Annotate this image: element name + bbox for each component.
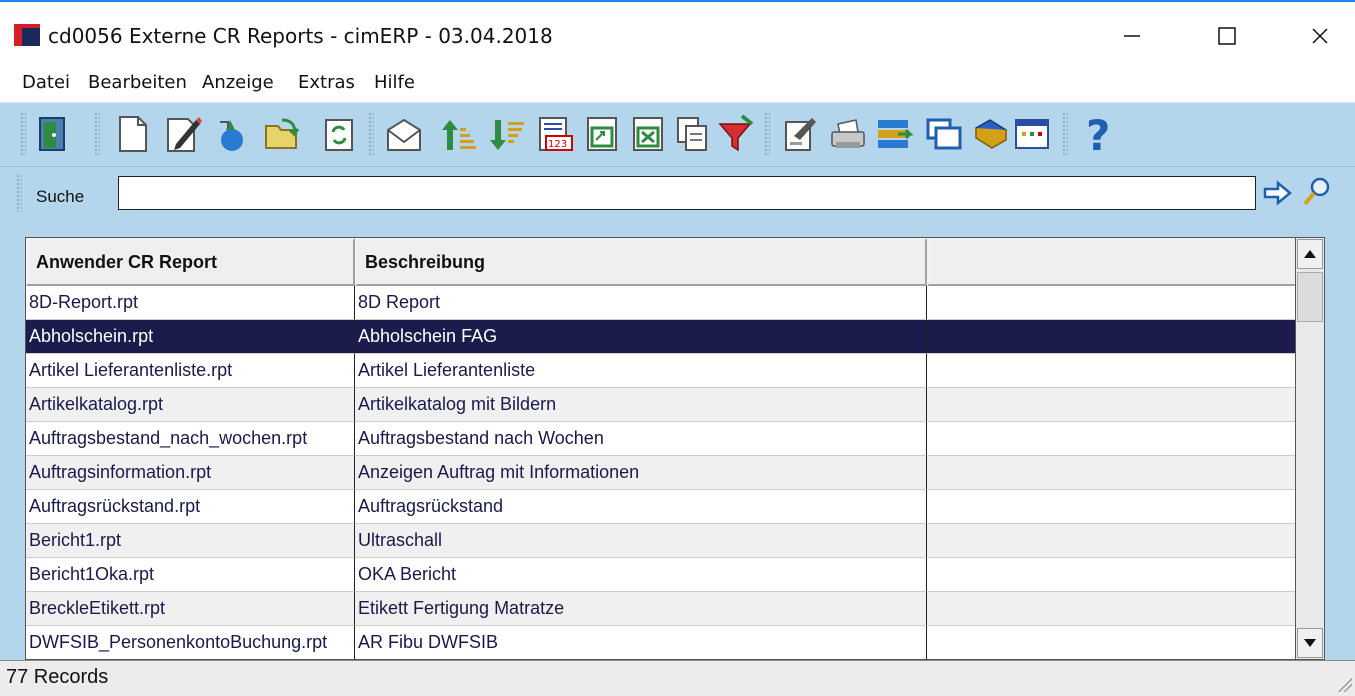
cell-report: DWFSIB_PersonenkontoBuchung.rpt: [26, 626, 355, 659]
svg-text:123: 123: [548, 139, 567, 150]
menu-hilfe[interactable]: Hilfe: [374, 72, 415, 93]
filter-icon[interactable]: [716, 112, 756, 156]
cell-extra: [927, 320, 1295, 354]
cell-description: Abholschein FAG: [355, 320, 927, 354]
search-label: Suche: [36, 187, 85, 206]
magnifier-icon[interactable]: [1302, 176, 1332, 208]
copy-page-icon[interactable]: [672, 112, 712, 156]
mail-icon[interactable]: [384, 112, 424, 156]
cell-report: Auftragsbestand_nach_wochen.rpt: [26, 422, 355, 456]
cell-report: Bericht1Oka.rpt: [26, 558, 355, 592]
help-icon[interactable]: ?: [1078, 111, 1118, 160]
toolbar-separator: [20, 112, 26, 156]
cell-extra: [927, 422, 1295, 456]
search-input[interactable]: [118, 176, 1256, 210]
records-count: 77 Records: [6, 666, 109, 688]
table-row[interactable]: Auftragsinformation.rpt Anzeigen Auftrag …: [26, 456, 1295, 490]
table-row[interactable]: Artikel Lieferantenliste.rpt Artikel Lief…: [26, 354, 1295, 388]
menu-bearbeiten[interactable]: Bearbeiten: [88, 72, 187, 93]
table-row[interactable]: Auftragsrückstand.rpt Auftragsrückstand: [26, 490, 1295, 524]
cell-extra: [927, 490, 1295, 524]
cell-report: Artikel Lieferantenliste.rpt: [26, 354, 355, 388]
excel-icon[interactable]: [628, 112, 668, 156]
cell-extra: [927, 286, 1295, 320]
print-icon[interactable]: [828, 112, 868, 156]
exit-icon[interactable]: [32, 112, 72, 156]
column-header-extra[interactable]: [927, 238, 1295, 286]
table-row[interactable]: Auftragsbestand_nach_wochen.rpt Auftragsb…: [26, 422, 1295, 456]
toolbar-separator: [1062, 112, 1068, 156]
grid-header: Anwender CR Report Beschreibung: [26, 238, 1295, 286]
toolbar-separator: [764, 112, 770, 156]
menu-datei[interactable]: Datei: [22, 72, 70, 93]
cell-description: Artikel Lieferantenliste: [355, 354, 927, 388]
maximize-button[interactable]: [1197, 16, 1257, 56]
svg-text:?: ?: [1086, 112, 1110, 156]
cell-report: Abholschein.rpt: [26, 320, 355, 354]
table-row[interactable]: Bericht1.rpt Ultraschall: [26, 524, 1295, 558]
cell-report: Artikelkatalog.rpt: [26, 388, 355, 422]
close-button[interactable]: [1290, 16, 1350, 56]
cell-description: Auftragsrückstand: [355, 490, 927, 524]
cell-extra: [927, 558, 1295, 592]
cell-extra: [927, 388, 1295, 422]
scroll-thumb[interactable]: [1297, 272, 1323, 322]
column-header-description[interactable]: Beschreibung: [355, 238, 927, 286]
table-icon[interactable]: [1012, 112, 1052, 156]
app-logo-icon: [14, 24, 40, 46]
numbered-list-icon[interactable]: 123: [534, 112, 574, 156]
export-icon[interactable]: [582, 112, 622, 156]
properties-icon[interactable]: [780, 112, 820, 156]
menu-anzeige[interactable]: Anzeige: [202, 72, 274, 93]
table-row[interactable]: BreckleEtikett.rpt Etikett Fertigung Matr…: [26, 592, 1295, 626]
cell-extra: [927, 626, 1295, 659]
new-document-icon[interactable]: [112, 112, 152, 156]
column-header-report[interactable]: Anwender CR Report: [26, 238, 355, 286]
cell-description: 8D Report: [355, 286, 927, 320]
cell-description: Artikelkatalog mit Bildern: [355, 388, 927, 422]
cell-description: Ultraschall: [355, 524, 927, 558]
book-icon[interactable]: [970, 112, 1010, 156]
open-folder-icon[interactable]: [262, 112, 302, 156]
searchbar-grip: [16, 174, 22, 212]
cell-report: Bericht1.rpt: [26, 524, 355, 558]
status-bar: [0, 660, 1355, 696]
sort-ascending-icon[interactable]: [438, 112, 478, 156]
table-row[interactable]: Bericht1Oka.rpt OKA Bericht: [26, 558, 1295, 592]
cell-report: 8D-Report.rpt: [26, 286, 355, 320]
cell-report: Auftragsrückstand.rpt: [26, 490, 355, 524]
cell-description: OKA Bericht: [355, 558, 927, 592]
window-title: cd0056 Externe CR Reports - cimERP - 03.…: [48, 24, 553, 48]
save-list-icon[interactable]: [874, 112, 914, 156]
sort-descending-icon[interactable]: [486, 112, 526, 156]
scroll-up-button[interactable]: [1297, 239, 1323, 269]
cell-description: AR Fibu DWFSIB: [355, 626, 927, 659]
cell-description: Etikett Fertigung Matratze: [355, 592, 927, 626]
edit-icon[interactable]: [162, 112, 202, 156]
refresh-icon[interactable]: [318, 112, 358, 156]
cell-extra: [927, 354, 1295, 388]
cell-extra: [927, 524, 1295, 558]
resize-grip[interactable]: [1336, 676, 1352, 692]
table-row[interactable]: Abholschein.rpt Abholschein FAG: [26, 320, 1295, 354]
minimize-button[interactable]: [1102, 16, 1162, 56]
cell-extra: [927, 456, 1295, 490]
report-grid: Anwender CR Report Beschreibung 8D-Repor…: [25, 237, 1296, 660]
vertical-scrollbar[interactable]: [1296, 237, 1325, 660]
scroll-down-button[interactable]: [1297, 628, 1323, 658]
table-row[interactable]: Artikelkatalog.rpt Artikelkatalog mit Bil…: [26, 388, 1295, 422]
cell-extra: [927, 592, 1295, 626]
menu-extras[interactable]: Extras: [298, 72, 355, 93]
cell-report: BreckleEtikett.rpt: [26, 592, 355, 626]
toolbar-separator: [368, 112, 374, 156]
cell-description: Auftragsbestand nach Wochen: [355, 422, 927, 456]
table-row[interactable]: DWFSIB_PersonenkontoBuchung.rpt AR Fibu D…: [26, 626, 1295, 659]
arrow-right-icon[interactable]: [1262, 178, 1292, 208]
toolbar-separator: [94, 112, 100, 156]
windows-icon[interactable]: [924, 112, 964, 156]
table-row[interactable]: 8D-Report.rpt 8D Report: [26, 286, 1295, 320]
cell-description: Anzeigen Auftrag mit Informationen: [355, 456, 927, 490]
cell-report: Auftragsinformation.rpt: [26, 456, 355, 490]
copy-icon[interactable]: [212, 112, 252, 156]
